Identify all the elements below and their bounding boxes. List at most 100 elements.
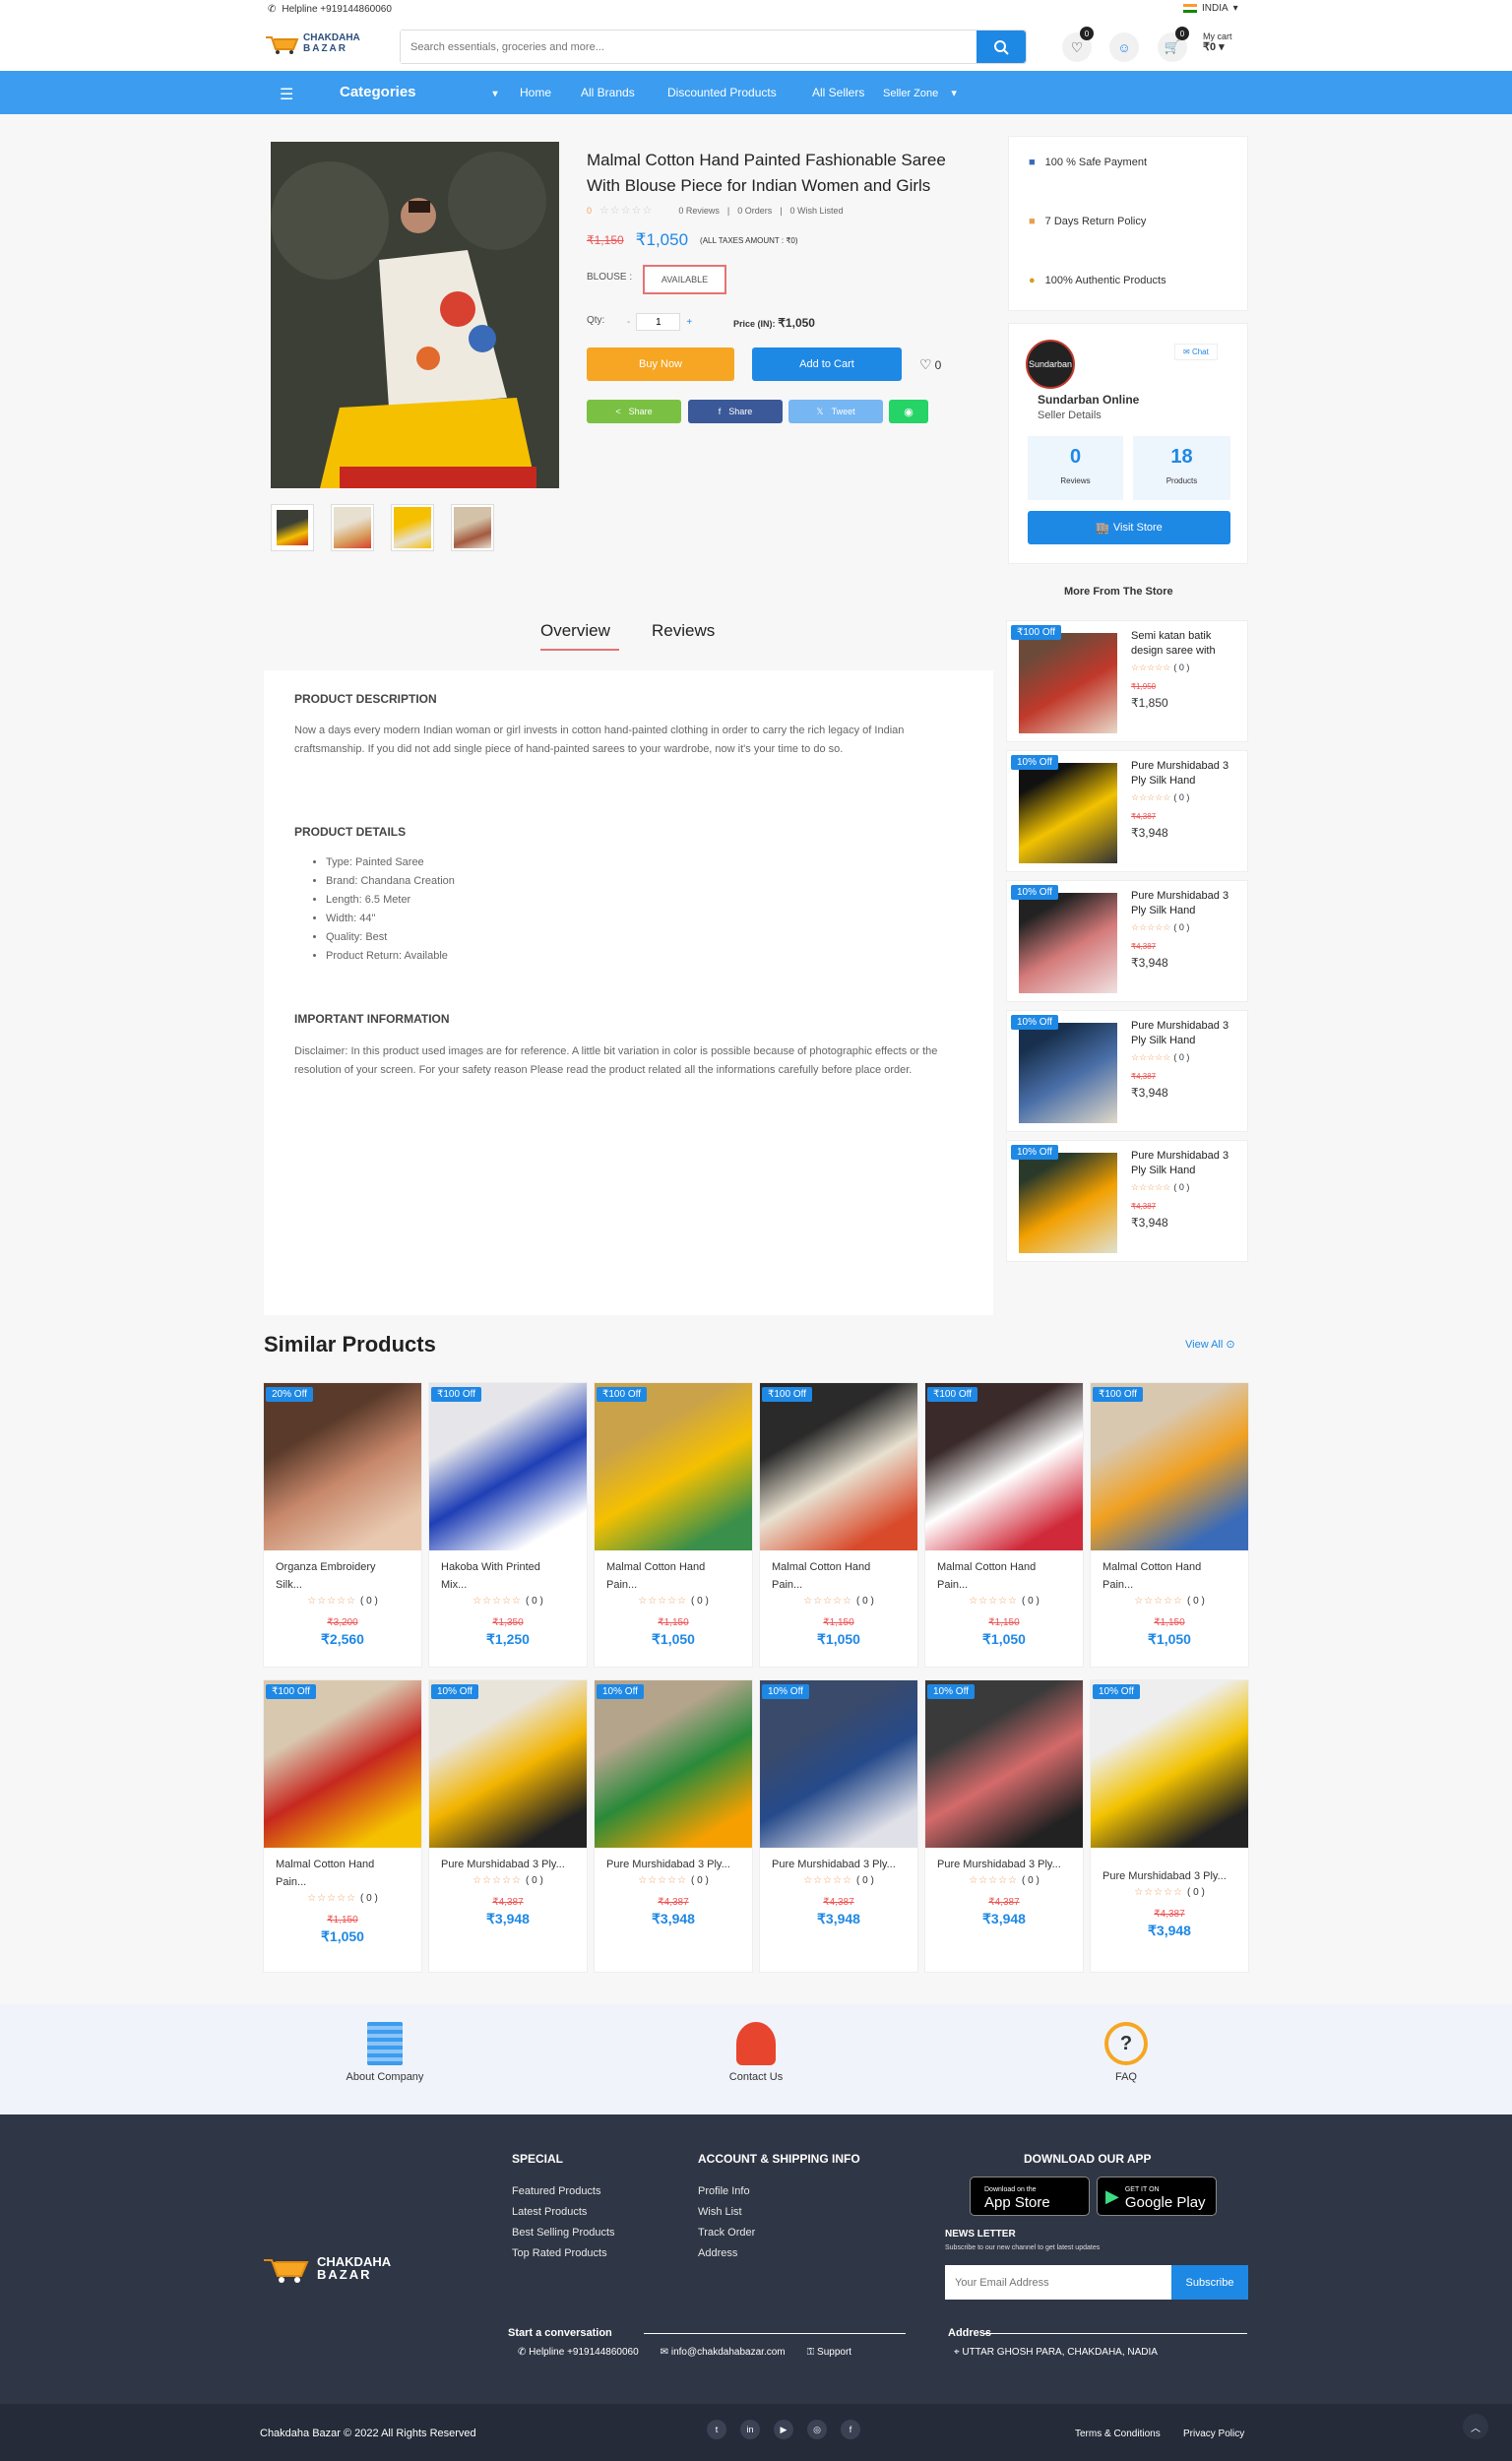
product-card[interactable]: 10% Off Pure Murshidabad 3 Ply... ☆☆☆☆☆( 0… (1090, 1679, 1249, 1973)
support-link[interactable]: ⚿ Support (807, 2347, 851, 2358)
product-name[interactable]: Pure Murshidabad 3 Ply... (441, 1856, 579, 1873)
seller-name[interactable]: Sundarban Online (1038, 393, 1139, 407)
product-image[interactable] (1019, 763, 1117, 863)
thumbnail[interactable] (331, 504, 374, 551)
product-card[interactable]: 10% Off Pure Murshidabad 3 Ply... ☆☆☆☆☆( 0… (428, 1679, 588, 1973)
product-card[interactable]: ₹100 Off Malmal Cotton Hand Pain... ☆☆☆☆☆( … (594, 1382, 753, 1668)
buy-now-button[interactable]: Buy Now (587, 347, 734, 381)
product-name[interactable]: Pure Murshidabad 3 Ply... (772, 1856, 910, 1873)
terms-link[interactable]: Terms & Conditions (1075, 2429, 1161, 2439)
footer-link[interactable]: Wish List (698, 2206, 755, 2218)
faq-link[interactable]: ? FAQ (1082, 2022, 1170, 2083)
product-name[interactable]: Pure Murshidabad 3 Ply... (937, 1856, 1075, 1873)
plus-button[interactable]: + (686, 317, 692, 328)
product-image[interactable] (1019, 1153, 1117, 1253)
product-image[interactable] (429, 1680, 587, 1848)
footer-link[interactable]: Top Rated Products (512, 2247, 615, 2259)
footer-link[interactable]: Track Order (698, 2227, 755, 2239)
view-all-link[interactable]: View All ⊙ (1185, 1338, 1235, 1351)
chat-button[interactable]: ✉ Chat (1174, 344, 1218, 360)
review-count[interactable]: 0 Reviews (678, 206, 720, 216)
linkedin-icon[interactable]: in (740, 2420, 760, 2439)
instagram-icon[interactable]: ◎ (807, 2420, 827, 2439)
product-name[interactable]: Malmal Cotton Hand Pain... (937, 1558, 1075, 1594)
product-main-image[interactable] (271, 142, 559, 488)
whatsapp-share-button[interactable]: ◉ (889, 400, 928, 423)
product-image[interactable] (264, 1680, 421, 1848)
phone-link[interactable]: ✆ Helpline +919144860060 (518, 2347, 639, 2358)
product-card[interactable]: ₹100 Off Malmal Cotton Hand Pain... ☆☆☆☆☆( … (924, 1382, 1084, 1668)
email-link[interactable]: ✉ info@chakdahabazar.com (661, 2347, 786, 2358)
youtube-icon[interactable]: ▶ (774, 2420, 793, 2439)
footer-link[interactable]: Best Selling Products (512, 2227, 615, 2239)
product-image[interactable] (1019, 1023, 1117, 1123)
logo[interactable]: CHAKDAHA BAZAR (264, 32, 360, 55)
thumbnail[interactable] (451, 504, 494, 551)
thumbnail[interactable] (271, 504, 314, 551)
nav-all-brands[interactable]: All Brands (581, 86, 635, 99)
contact-us-link[interactable]: Contact Us (712, 2022, 800, 2083)
store-product-item[interactable]: 10% Off Pure Murshidabad 3 Ply Silk Hand ☆… (1006, 880, 1248, 1002)
product-name[interactable]: Malmal Cotton Hand Pain... (276, 1856, 413, 1891)
tab-overview[interactable]: Overview (540, 621, 610, 641)
tab-reviews[interactable]: Reviews (652, 621, 715, 641)
minus-button[interactable]: - (627, 317, 630, 328)
nav-home[interactable]: Home (520, 86, 551, 99)
product-card[interactable]: 10% Off Pure Murshidabad 3 Ply... ☆☆☆☆☆( 0… (759, 1679, 918, 1973)
scroll-top-button[interactable]: ︿ (1463, 2414, 1488, 2439)
product-name[interactable]: Semi katan batik design saree with (1131, 629, 1241, 659)
product-name[interactable]: Pure Murshidabad 3 Ply Silk Hand (1131, 1149, 1241, 1178)
search-button[interactable] (976, 31, 1026, 63)
product-card[interactable]: 10% Off Pure Murshidabad 3 Ply... ☆☆☆☆☆( 0… (924, 1679, 1084, 1973)
thumbnail[interactable] (391, 504, 434, 551)
product-image[interactable] (760, 1680, 917, 1848)
wishlist-button[interactable]: ♡ 0 (1062, 27, 1094, 62)
subscribe-button[interactable]: Subscribe (1171, 2265, 1248, 2300)
cart-summary[interactable]: My cart ₹0 ▾ (1203, 32, 1232, 53)
product-image[interactable] (760, 1383, 917, 1550)
store-product-item[interactable]: 10% Off Pure Murshidabad 3 Ply Silk Hand ☆… (1006, 750, 1248, 872)
product-image[interactable] (595, 1680, 752, 1848)
product-card[interactable]: ₹100 Off Malmal Cotton Hand Pain... ☆☆☆☆☆( … (263, 1679, 422, 1973)
product-image[interactable] (1019, 893, 1117, 993)
qty-input[interactable] (636, 313, 681, 331)
google-play-badge[interactable]: ▶ GET IT ON Google Play (1097, 2177, 1217, 2216)
blouse-option[interactable]: AVAILABLE (643, 265, 726, 294)
footer-logo[interactable]: CHAKDAHA BAZAR (262, 2252, 391, 2284)
nav-seller-zone[interactable]: Seller Zone ▾ (883, 87, 957, 99)
add-to-cart-button[interactable]: Add to Cart (752, 347, 902, 381)
nav-all-sellers[interactable]: All Sellers (812, 86, 864, 99)
product-name[interactable]: Pure Murshidabad 3 Ply... (1102, 1867, 1240, 1885)
product-name[interactable]: Organza Embroidery Silk... (276, 1558, 413, 1594)
nav-discounted[interactable]: Discounted Products (667, 86, 777, 99)
product-image[interactable] (595, 1383, 752, 1550)
product-name[interactable]: Hakoba With Printed Mix... (441, 1558, 579, 1594)
newsletter-email-input[interactable] (945, 2265, 1171, 2300)
product-image[interactable] (1091, 1383, 1248, 1550)
product-image[interactable] (429, 1383, 587, 1550)
product-name[interactable]: Pure Murshidabad 3 Ply Silk Hand (1131, 889, 1241, 918)
product-card[interactable]: ₹100 Off Malmal Cotton Hand Pain... ☆☆☆☆☆( … (759, 1382, 918, 1668)
footer-link[interactable]: Profile Info (698, 2185, 755, 2197)
product-card[interactable]: 10% Off Pure Murshidabad 3 Ply... ☆☆☆☆☆( 0… (594, 1679, 753, 1973)
store-product-item[interactable]: 10% Off Pure Murshidabad 3 Ply Silk Hand ☆… (1006, 1010, 1248, 1132)
categories-dropdown[interactable]: Categories ▾ (340, 84, 498, 100)
store-product-item[interactable]: 10% Off Pure Murshidabad 3 Ply Silk Hand ☆… (1006, 1140, 1248, 1262)
visit-store-button[interactable]: 🏬 Visit Store (1028, 511, 1230, 544)
cart-button[interactable]: 🛒 0 (1158, 27, 1189, 62)
product-name[interactable]: Pure Murshidabad 3 Ply Silk Hand (1131, 759, 1241, 789)
product-image[interactable] (1091, 1680, 1248, 1848)
product-image[interactable] (925, 1680, 1083, 1848)
footer-link[interactable]: Latest Products (512, 2206, 615, 2218)
app-store-badge[interactable]: Download on the App Store (970, 2177, 1090, 2216)
product-image[interactable] (925, 1383, 1083, 1550)
account-button[interactable]: ☺ (1109, 32, 1139, 62)
product-name[interactable]: Malmal Cotton Hand Pain... (772, 1558, 910, 1594)
product-name[interactable]: Malmal Cotton Hand Pain... (606, 1558, 744, 1594)
product-name[interactable]: Pure Murshidabad 3 Ply... (606, 1856, 744, 1873)
privacy-link[interactable]: Privacy Policy (1183, 2429, 1244, 2439)
facebook-icon[interactable]: f (841, 2420, 860, 2439)
product-card[interactable]: ₹100 Off Hakoba With Printed Mix... ☆☆☆☆☆( … (428, 1382, 588, 1668)
product-image[interactable] (264, 1383, 421, 1550)
facebook-share-button[interactable]: f Share (688, 400, 783, 423)
